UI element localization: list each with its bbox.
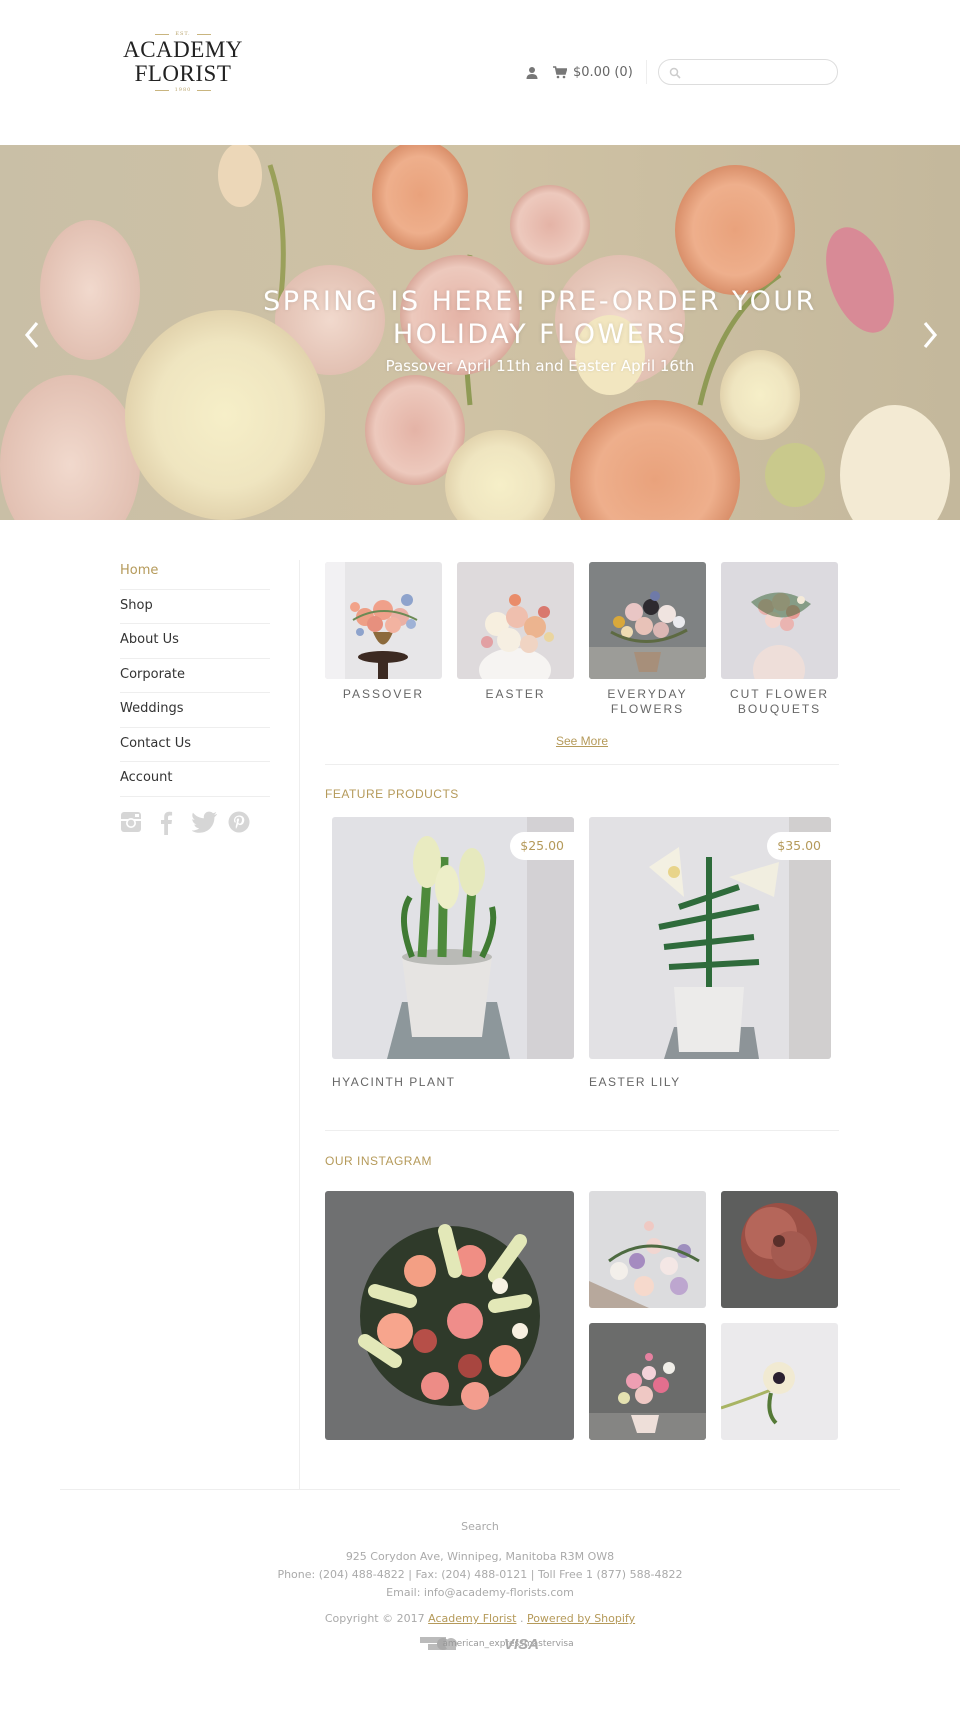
product-name: HYACINTH PLANT — [332, 1075, 456, 1089]
sidebar-item-corporate[interactable]: Corporate — [120, 659, 270, 693]
hero-title: SPRING IS HERE! PRE-ORDER YOUR HOLIDAY F… — [263, 286, 817, 350]
instagram-post[interactable] — [325, 1191, 574, 1440]
instagram-title: OUR INSTAGRAM — [325, 1154, 432, 1168]
site-header: EST. ACADEMY FLORIST 1980 $0.00 (0) — [0, 0, 960, 145]
sidebar-item-shop[interactable]: Shop — [120, 590, 270, 624]
visa-icon: VISA — [504, 1636, 539, 1652]
product-name: EASTER LILY — [589, 1075, 681, 1089]
footer-copyright: Copyright © 2017 Academy Florist . Power… — [0, 1612, 960, 1625]
collection-easter[interactable]: EASTER — [457, 562, 574, 702]
column-divider — [299, 560, 300, 1490]
section-divider — [325, 1130, 839, 1131]
search-box[interactable] — [657, 59, 838, 85]
product-price: $35.00 — [767, 832, 831, 860]
hero-caption: SPRING IS HERE! PRE-ORDER YOUR HOLIDAY F… — [190, 285, 890, 375]
site-footer: Search 925 Corydon Ave, Winnipeg, Manito… — [0, 1520, 960, 1653]
instagram-icon[interactable] — [120, 811, 156, 835]
logo-line2: FLORIST — [134, 61, 232, 86]
sidebar-item-contact-us[interactable]: Contact Us — [120, 728, 270, 762]
collection-label: CUT FLOWER BOUQUETS — [729, 687, 830, 716]
collection-image — [721, 562, 838, 679]
cart-icon — [553, 65, 567, 78]
footer-contact: 925 Corydon Ave, Winnipeg, Manitoba R3M … — [0, 1548, 960, 1602]
instagram-post[interactable] — [589, 1323, 706, 1440]
cart-total: $0.00 (0) — [573, 64, 633, 80]
footer-divider — [60, 1489, 900, 1490]
hero-subtitle: Passover April 11th and Easter April 16t… — [385, 357, 695, 375]
slide-prev-button[interactable] — [17, 315, 47, 355]
hero-slideshow: SPRING IS HERE! PRE-ORDER YOUR HOLIDAY F… — [0, 145, 960, 520]
collection-image — [589, 562, 706, 679]
site-logo[interactable]: EST. ACADEMY FLORIST 1980 — [118, 30, 248, 110]
instagram-post[interactable] — [721, 1323, 838, 1440]
footer-search-link[interactable]: Search — [0, 1520, 960, 1536]
slide-next-button[interactable] — [915, 315, 945, 355]
copyright-text: Copyright © 2017 — [324, 1612, 425, 1625]
section-divider — [325, 764, 839, 765]
collection-passover[interactable]: PASSOVER — [325, 562, 442, 702]
facebook-icon[interactable] — [156, 811, 192, 835]
sidebar-nav: Home Shop About Us Corporate Weddings Co… — [120, 555, 270, 835]
featured-title: FEATURE PRODUCTS — [325, 787, 459, 801]
instagram-post[interactable] — [589, 1191, 706, 1308]
see-more-link[interactable]: See More — [556, 734, 608, 748]
footer-email: Email: info@academy-florists.com — [386, 1586, 574, 1599]
logo-line1: ACADEMY — [123, 37, 243, 62]
footer-address: 925 Corydon Ave, Winnipeg, Manitoba R3M … — [345, 1550, 615, 1563]
brand-link[interactable]: Academy Florist — [428, 1612, 516, 1625]
product-card[interactable]: $35.00 EASTER LILY — [589, 817, 831, 1089]
product-image: $35.00 — [589, 817, 831, 1059]
chevron-right-icon — [923, 321, 938, 349]
social-links — [120, 811, 270, 835]
header-tools: $0.00 (0) — [525, 58, 838, 86]
collection-label: EASTER — [485, 687, 546, 701]
pinterest-icon[interactable] — [228, 811, 264, 835]
sidebar-item-about-us[interactable]: About Us — [120, 624, 270, 659]
powered-by-link[interactable]: Powered by Shopify — [527, 1612, 635, 1625]
collection-image — [457, 562, 574, 679]
cart-link[interactable]: $0.00 (0) — [553, 65, 633, 80]
instagram-post[interactable] — [721, 1191, 838, 1308]
product-image: $25.00 — [332, 817, 574, 1059]
payment-icons: american_expressmastervisa VISA — [0, 1635, 960, 1653]
sidebar-item-home[interactable]: Home — [120, 555, 270, 590]
collection-everyday-flowers[interactable]: EVERYDAY FLOWERS — [589, 562, 706, 717]
logo-year: 1980 — [118, 86, 248, 94]
see-more-wrapper: See More — [325, 730, 839, 749]
sidebar-item-weddings[interactable]: Weddings — [120, 693, 270, 728]
search-input[interactable] — [684, 60, 835, 84]
sidebar-item-account[interactable]: Account — [120, 762, 270, 797]
chevron-left-icon — [24, 321, 39, 349]
collection-label: PASSOVER — [342, 687, 425, 701]
copyright-separator: . — [519, 1612, 524, 1625]
user-icon[interactable] — [525, 65, 539, 79]
collection-image — [325, 562, 442, 679]
svg-text:VISA: VISA — [504, 1636, 539, 1652]
collection-cut-flower-bouquets[interactable]: CUT FLOWER BOUQUETS — [721, 562, 838, 717]
collection-label: EVERYDAY FLOWERS — [607, 687, 688, 716]
product-price: $25.00 — [510, 832, 574, 860]
search-icon — [669, 67, 681, 79]
footer-phone: Phone: (204) 488-4822 | Fax: (204) 488-0… — [277, 1568, 683, 1581]
product-card[interactable]: $25.00 HYACINTH PLANT — [332, 817, 574, 1089]
twitter-icon[interactable] — [191, 811, 228, 835]
header-divider — [645, 60, 647, 84]
